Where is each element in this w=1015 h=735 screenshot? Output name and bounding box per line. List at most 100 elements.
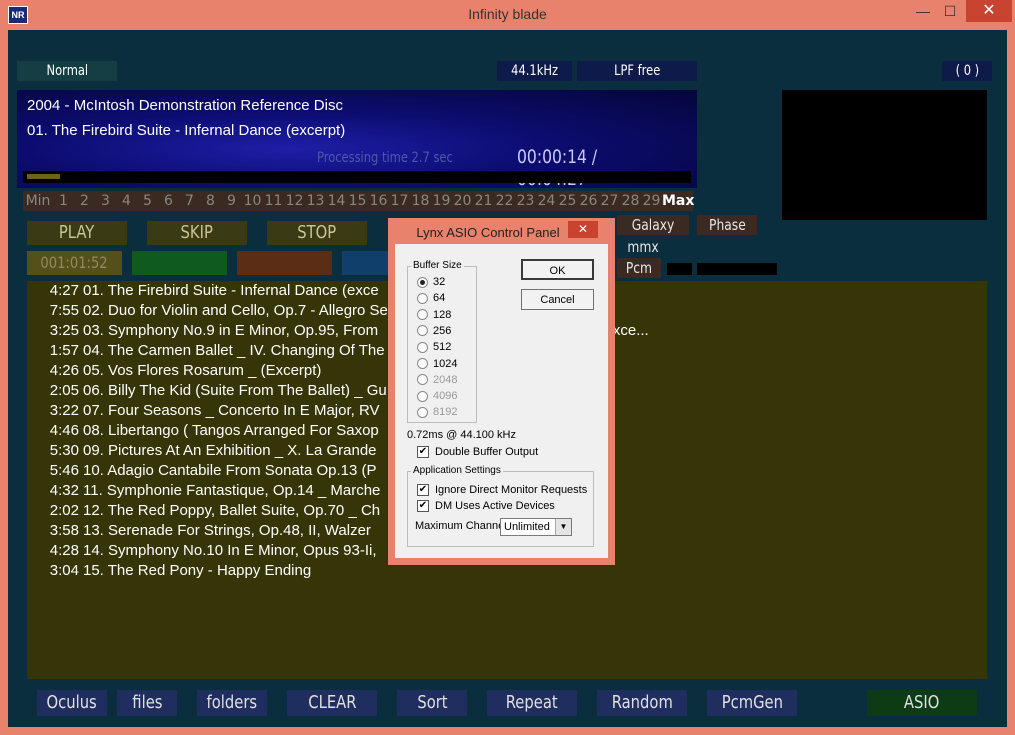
sort-button[interactable]: Sort bbox=[397, 690, 467, 716]
asio-button[interactable]: ASIO bbox=[867, 690, 977, 716]
buffer-size-label: 32 bbox=[433, 276, 446, 288]
stop-button[interactable]: STOP bbox=[267, 221, 367, 245]
level-scale-item[interactable]: 4 bbox=[116, 191, 137, 211]
buffer-size-radio[interactable]: 512 bbox=[417, 341, 451, 353]
close-button[interactable]: ✕ bbox=[966, 0, 1012, 22]
dialog-close-button[interactable]: ✕ bbox=[568, 221, 598, 238]
cancel-button[interactable]: Cancel bbox=[521, 289, 594, 310]
track-name: 12. The Red Poppy, Ballet Suite, Op.70 _… bbox=[83, 502, 381, 519]
level-scale-item[interactable]: 9 bbox=[221, 191, 242, 211]
playlist-row[interactable]: 4:28 14. Symphony No.10 In E Minor, Opus … bbox=[37, 541, 377, 561]
filter-label[interactable]: LPF free bbox=[577, 61, 697, 81]
playlist-row[interactable]: 3:58 13. Serenade For Strings, Op.48, II,… bbox=[37, 521, 371, 541]
ignore-direct-monitor-label: Ignore Direct Monitor Requests bbox=[435, 484, 588, 496]
clear-button[interactable]: CLEAR bbox=[287, 690, 377, 716]
orange-indicator[interactable] bbox=[237, 251, 332, 275]
level-scale-item[interactable]: 27 bbox=[599, 191, 620, 211]
buffer-size-radio[interactable]: 128 bbox=[417, 309, 451, 321]
level-scale-item[interactable]: 5 bbox=[137, 191, 158, 211]
blue-indicator[interactable] bbox=[342, 251, 388, 275]
skip-button[interactable]: SKIP bbox=[147, 221, 247, 245]
buffer-size-radio[interactable]: 64 bbox=[417, 292, 445, 304]
level-scale-item[interactable]: 28 bbox=[620, 191, 641, 211]
buffer-size-radio: 8192 bbox=[417, 406, 457, 418]
level-scale-item[interactable]: 6 bbox=[158, 191, 179, 211]
folders-button[interactable]: folders bbox=[197, 690, 267, 716]
level-scale-item[interactable]: 1 bbox=[53, 191, 74, 211]
level-scale-item[interactable]: 29 bbox=[641, 191, 662, 211]
checkbox-check-icon: ✔ bbox=[417, 500, 429, 513]
playlist-row[interactable]: 5:30 09. Pictures At An Exhibition _ X. L… bbox=[37, 441, 377, 461]
maximize-button[interactable]: ☐ bbox=[933, 0, 967, 22]
level-scale-item[interactable]: 13 bbox=[305, 191, 326, 211]
level-scale-item[interactable]: 16 bbox=[368, 191, 389, 211]
time-readout: 00:00:14 / 00:04:27 bbox=[517, 146, 598, 190]
checkbox-check-icon: ✔ bbox=[417, 446, 429, 459]
level-scale-item[interactable]: 23 bbox=[515, 191, 536, 211]
playlist-row[interactable]: 4:27 01. The Firebird Suite - Infernal Da… bbox=[37, 281, 379, 301]
level-scale-item[interactable]: 15 bbox=[347, 191, 368, 211]
buffer-size-radio[interactable]: 256 bbox=[417, 325, 451, 337]
pcmgen-button[interactable]: PcmGen bbox=[707, 690, 797, 716]
playlist-row[interactable]: 3:22 07. Four Seasons _ Concerto In E Maj… bbox=[37, 401, 380, 421]
playlist-row[interactable]: 3:04 15. The Red Pony - Happy Ending bbox=[37, 561, 311, 581]
level-scale-item[interactable]: 19 bbox=[431, 191, 452, 211]
files-button[interactable]: files bbox=[117, 690, 177, 716]
level-scale-item[interactable]: 17 bbox=[389, 191, 410, 211]
playlist-row[interactable]: 5:46 10. Adagio Cantabile From Sonata Op.… bbox=[37, 461, 377, 481]
track-duration: 2:02 bbox=[49, 502, 79, 519]
level-scale-item[interactable]: 3 bbox=[95, 191, 116, 211]
level-scale-item[interactable]: Max bbox=[662, 191, 694, 211]
title-bar: NR Infinity blade — ☐ ✕ bbox=[0, 0, 1015, 30]
level-scale-item[interactable]: 18 bbox=[410, 191, 431, 211]
progress-bar[interactable] bbox=[23, 171, 691, 183]
playlist-row[interactable]: 1:57 04. The Carmen Ballet _ IV. Changing… bbox=[37, 341, 385, 361]
playlist-row[interactable]: 3:25 03. Symphony No.9 in E Minor, Op.95,… bbox=[37, 321, 378, 341]
playlist-row[interactable]: 4:32 11. Symphonie Fantastique, Op.14 _ M… bbox=[37, 481, 381, 501]
level-scale-item[interactable]: 22 bbox=[494, 191, 515, 211]
ignore-direct-monitor-checkbox[interactable]: ✔ Ignore Direct Monitor Requests bbox=[417, 484, 588, 497]
oculus-button[interactable]: Oculus bbox=[37, 690, 107, 716]
dm-active-devices-checkbox[interactable]: ✔ DM Uses Active Devices bbox=[417, 500, 555, 513]
galaxy-label[interactable]: Galaxy 35 bbox=[617, 215, 689, 254]
playlist-row[interactable]: 4:26 05. Vos Flores Rosarum _ (Excerpt) bbox=[37, 361, 322, 381]
double-buffer-checkbox[interactable]: ✔ Double Buffer Output bbox=[417, 446, 538, 459]
radio-indicator-icon bbox=[417, 390, 428, 402]
pcm-label[interactable]: Pcm bbox=[617, 258, 661, 278]
visualizer-panel bbox=[782, 90, 987, 220]
green-indicator[interactable] bbox=[132, 251, 227, 275]
buffer-size-radio: 4096 bbox=[417, 390, 457, 402]
level-scale-item[interactable]: 12 bbox=[284, 191, 305, 211]
level-scale-item[interactable]: 2 bbox=[74, 191, 95, 211]
level-scale-item[interactable]: 8 bbox=[200, 191, 221, 211]
level-scale-item[interactable]: 20 bbox=[452, 191, 473, 211]
max-channels-dropdown[interactable]: Unlimited ▼ bbox=[500, 518, 572, 536]
level-scale[interactable]: Min 1 2 3 4 5 6 7 8 9 10 11 12 13 14 15 16 17 18 19 20 21 22 23… bbox=[23, 191, 694, 211]
level-scale-item[interactable]: 25 bbox=[557, 191, 578, 211]
buffer-size-radio[interactable]: 1024 bbox=[417, 358, 457, 370]
buffer-size-label: 64 bbox=[433, 292, 446, 305]
level-scale-item[interactable]: 26 bbox=[578, 191, 599, 211]
level-scale-item[interactable]: Min bbox=[23, 191, 53, 211]
checkbox-check-icon: ✔ bbox=[417, 484, 429, 497]
level-scale-item[interactable]: 21 bbox=[473, 191, 494, 211]
ok-button[interactable]: OK bbox=[521, 259, 594, 280]
playlist-row[interactable]: 4:46 08. Libertango ( Tangos Arranged For… bbox=[37, 421, 379, 441]
buffer-size-radio[interactable]: 32 bbox=[417, 276, 445, 288]
level-scale-item[interactable]: 10 bbox=[242, 191, 263, 211]
level-scale-item[interactable]: 24 bbox=[536, 191, 557, 211]
playlist-row[interactable]: 2:02 12. The Red Poppy, Ballet Suite, Op.… bbox=[37, 501, 380, 521]
elapsed-counter: 001:01:52 bbox=[27, 251, 122, 275]
level-scale-item[interactable]: 7 bbox=[179, 191, 200, 211]
mode-label[interactable]: Normal bbox=[17, 61, 117, 81]
playlist-row[interactable]: 7:55 02. Duo for Violin and Cello, Op.7 -… bbox=[37, 301, 388, 321]
level-scale-item[interactable]: 14 bbox=[326, 191, 347, 211]
phase-button[interactable]: Phase bbox=[697, 215, 757, 235]
track-name: 04. The Carmen Ballet _ IV. Changing Of … bbox=[83, 342, 385, 359]
repeat-button[interactable]: Repeat bbox=[487, 690, 577, 716]
playlist-row[interactable]: 2:05 06. Billy The Kid (Suite From The Ba… bbox=[37, 381, 387, 401]
play-button[interactable]: PLAY bbox=[27, 221, 127, 245]
buffer-size-radio: 2048 bbox=[417, 374, 457, 386]
random-button[interactable]: Random bbox=[597, 690, 687, 716]
level-scale-item[interactable]: 11 bbox=[263, 191, 284, 211]
